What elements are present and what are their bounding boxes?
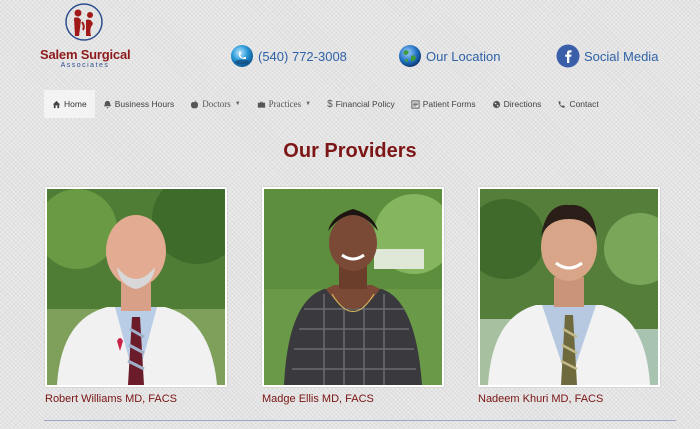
nav-business-hours[interactable]: Business Hours [95,90,183,118]
briefcase-icon [257,101,265,108]
provider-card[interactable]: Robert Williams MD, FACS [45,187,227,405]
globe-icon [399,45,421,67]
nav-business-hours-label: Business Hours [114,99,175,109]
logo-subtitle: Associates [60,62,110,69]
phone-number: (540) 772-3008 [258,48,347,64]
facebook-icon [556,44,580,68]
page-title: Our Providers [283,140,417,162]
forms-icon [411,99,420,109]
nav-financial-policy-label: Financial Policy [335,99,395,109]
section-divider [44,420,676,421]
phone-orb-icon [231,45,253,67]
provider-name: Nadeem Khuri MD, FACS [478,393,604,405]
nav-practices-label: Practices [268,99,302,109]
nav-doctors-label: Doctors [202,99,231,109]
social-media-label: Social Media [584,48,659,64]
nav-patient-forms-label: Patient Forms [422,99,476,109]
location-link[interactable]: Our Location [398,42,500,70]
location-label: Our Location [426,48,501,64]
site-logo[interactable]: Salem Surgical Associates [40,2,131,72]
apple-icon [191,99,199,108]
provider-card[interactable]: Nadeem Khuri MD, FACS [478,187,660,405]
nav-doctors-dropdown[interactable]: Doctors ▼ [182,90,248,118]
provider-photo[interactable] [45,187,227,387]
chevron-down-icon: ▼ [234,101,241,107]
provider-card[interactable]: Madge Ellis MD, FACS [262,187,444,405]
social-media-link[interactable]: Social Media [556,42,658,70]
nav-financial-policy[interactable]: $ Financial Policy [319,90,403,118]
phone-link[interactable]: (540) 772-3008 [230,42,347,70]
phone-icon [558,100,566,108]
chevron-down-icon: ▼ [305,101,312,107]
home-icon [52,100,61,108]
provider-photo[interactable] [262,187,444,387]
globe-icon [492,100,500,108]
main-nav: Home Business Hours Doctors ▼ Practices … [44,90,607,118]
nav-contact-label: Contact [569,99,599,109]
logo-name: Salem Surgical [40,47,131,62]
logo-mark-icon [65,3,103,41]
nav-contact[interactable]: Contact [549,90,606,118]
provider-name: Robert Williams MD, FACS [45,393,178,405]
nav-practices-dropdown[interactable]: Practices ▼ [249,90,319,118]
provider-name: Madge Ellis MD, FACS [262,393,374,405]
nav-directions[interactable]: Directions [484,90,550,118]
nav-home[interactable]: Home [44,90,95,118]
nav-directions-label: Directions [503,99,542,109]
provider-portrait-icon [480,189,658,385]
nav-patient-forms[interactable]: Patient Forms [403,90,484,118]
provider-portrait-icon [47,189,225,385]
provider-photo[interactable] [478,187,660,387]
bell-icon [103,100,111,108]
dollar-icon: $ [327,98,333,110]
nav-home-label: Home [64,99,87,109]
provider-portrait-icon [264,189,442,385]
